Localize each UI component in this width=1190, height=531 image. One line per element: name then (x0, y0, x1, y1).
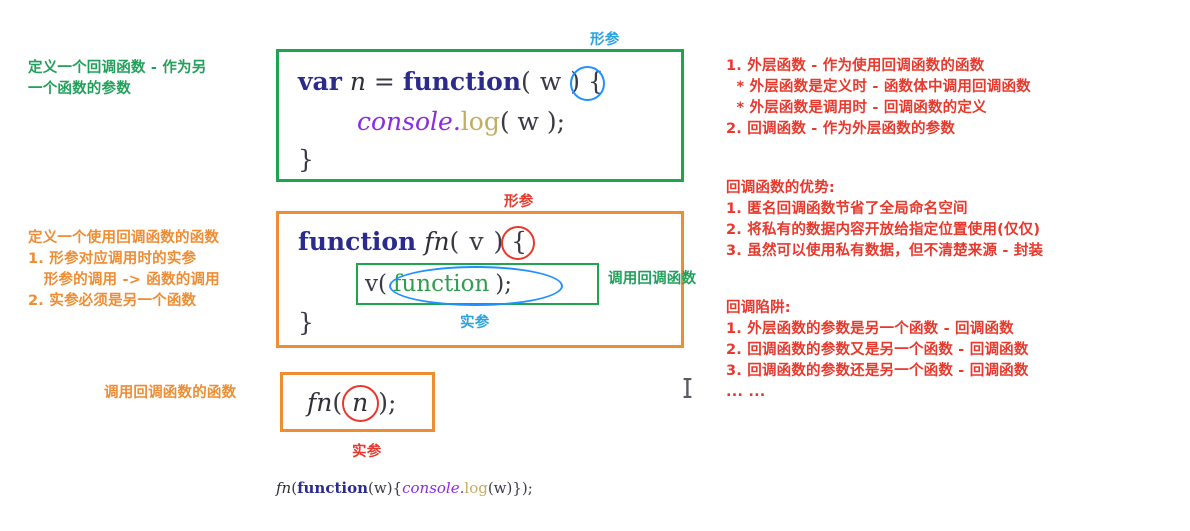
bottom-identifier-fn: fn (276, 479, 292, 497)
bottom-method-log: log (464, 479, 488, 497)
right-note-advantages-body: 1. 匿名回调函数节省了全局命名空间 2. 将私有的数据内容开放给指定位置使用(… (726, 201, 1044, 259)
circle-highlight-param-w-icon (570, 66, 605, 101)
note-using-callback-function: 定义一个使用回调函数的函数 1. 形参对应调用时的实参 形参的调用 -> 函数的… (28, 230, 220, 309)
box2-identifier-fn: fn (424, 227, 450, 256)
circle-highlight-arg-n-icon (342, 385, 379, 422)
box1-label-formal-parameter: 形参 (590, 32, 620, 48)
box1-code-line-1: var n = function(w) { (298, 62, 604, 102)
box1-code-line-3: } (298, 145, 314, 174)
box3-tail: ); (378, 388, 397, 417)
right-note-outer-callback-roles: 1. 外层函数 - 作为使用回调函数的函数 * 外层函数是定义时 - 函数体中调… (726, 58, 1031, 137)
bottom-object-console: console (402, 479, 460, 497)
box3-label-actual-parameter: 实参 (352, 444, 382, 460)
box1-identifier-n: n (349, 67, 366, 96)
box2-space-1 (416, 227, 424, 256)
bottom-tail: (w)}); (487, 479, 533, 497)
right-note-pitfalls-title: 回调陷阱: (726, 300, 791, 316)
box3-identifier-fn: fn (307, 388, 333, 417)
text-ibeam-cursor-icon (683, 378, 692, 398)
box2-label-actual-parameter: 实参 (460, 315, 490, 331)
box2-code-line-3: } (298, 308, 314, 337)
box2-param-v: v (469, 227, 484, 256)
box1-method-log: log (460, 107, 500, 136)
right-note-pitfalls-body: 1. 外层函数的参数是另一个函数 - 回调函数 2. 回调函数的参数又是另一个函… (726, 321, 1029, 400)
box1-object-console: console (357, 107, 453, 136)
box1-keyword-var: var (298, 67, 342, 96)
box1-space-1 (342, 67, 350, 96)
ellipse-highlight-function-argument-icon (389, 266, 563, 306)
code-box-callback-definition: var n = function(w) { console.log( w ); … (276, 49, 684, 182)
box1-line2-args: ( w ); (499, 107, 566, 136)
note-callback-definition: 定义一个回调函数 - 作为另 一个函数的参数 (28, 60, 207, 97)
box1-paren-open: ( (521, 67, 531, 96)
bottom-keyword-function: function (297, 479, 369, 497)
box2-keyword-function: function (298, 227, 417, 256)
right-note-advantages-title: 回调函数的优势: (726, 180, 835, 196)
note-invoke-callback-function: 调用回调函数的函数 (104, 385, 237, 401)
box2-label-invoke-callback: 调用回调函数 (608, 271, 697, 287)
box1-equals: = (365, 67, 403, 96)
code-box-calling-function: fn(n); (280, 372, 435, 432)
box2-callee-v: v (365, 271, 378, 297)
bottom-params: (w){ (368, 479, 403, 497)
box3-paren-open: ( (332, 388, 343, 417)
box2-paren-open-2: ( (378, 271, 387, 297)
box1-param-w: w (539, 67, 562, 96)
box1-code-line-2: console.log( w ); (357, 102, 565, 142)
box2-code-line-1: function fn(v) { (298, 222, 527, 262)
box2-label-formal-parameter: 形参 (504, 194, 534, 210)
circle-highlight-param-v-icon (501, 226, 535, 260)
box2-paren-open: ( (449, 227, 460, 256)
box1-keyword-function: function (402, 67, 522, 96)
box1-dot: . (452, 107, 461, 136)
bottom-code-line: fn(function(w){console.log(w)}); (276, 477, 533, 499)
